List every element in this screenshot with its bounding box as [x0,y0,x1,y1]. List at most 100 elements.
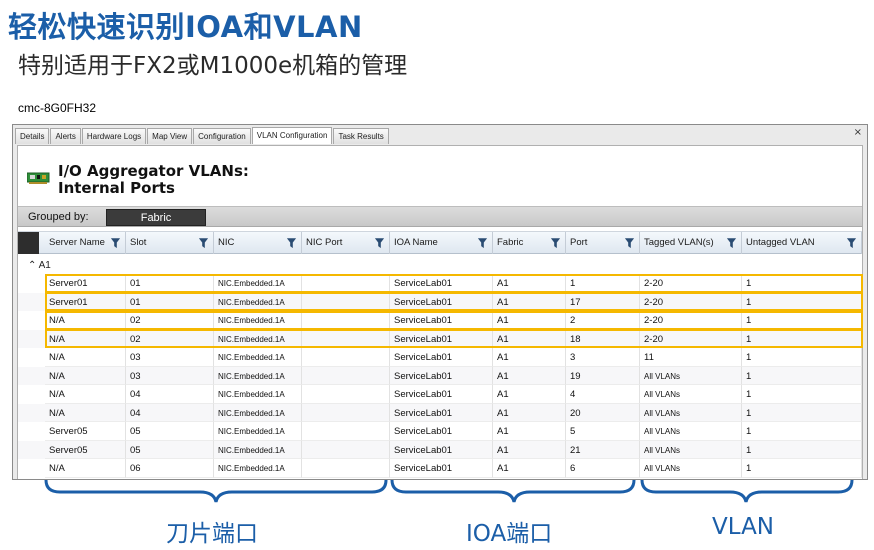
column-header-port[interactable]: Port [566,232,640,254]
column-header-tagged-vlans[interactable]: Tagged VLAN(s) [640,232,742,254]
table-row[interactable]: Server01 01 NIC.Embedded.1A ServiceLab01 A1 1… [18,292,862,311]
group-row-a1[interactable]: ⌃ A1 [28,260,51,271]
blade-ports-label: 刀片端口 [166,521,258,547]
cell-nic-port [302,422,390,441]
app-window: Details Alerts Hardware Logs Map View Config… [12,124,868,480]
table-row[interactable]: N/A 03 NIC.Embedded.1A ServiceLab01 A1 19 All … [18,366,862,385]
cell-server-name: N/A [45,329,126,348]
slide-title: 轻松快速识别IOA和VLAN [8,10,363,44]
cell-nic-port [302,403,390,422]
column-header-ioa-name[interactable]: IOA Name [390,232,493,254]
cell-tagged-vlans: 2-20 [640,329,742,348]
cell-server-name: N/A [45,459,126,478]
tab-map-view[interactable]: Map View [147,128,193,144]
column-header-fabric[interactable]: Fabric [493,232,566,254]
table-row[interactable]: Server05 05 NIC.Embedded.1A ServiceLab01 A1 2… [18,440,862,459]
tab-alerts[interactable]: Alerts [50,128,81,144]
cell-tagged-vlans: All VLANs [640,422,742,441]
collapse-chevron-icon[interactable]: ⌃ [28,260,36,271]
cell-untagged-vlan: 1 [742,292,862,311]
cell-port: 17 [566,292,640,311]
cell-fabric: A1 [493,348,566,367]
cell-untagged-vlan: 1 [742,274,862,293]
column-header-nic-port[interactable]: NIC Port [302,232,390,254]
group-row-label: A1 [38,260,51,271]
row-indicator-header [18,232,39,254]
cell-server-name: Server05 [45,422,126,441]
cell-ioa-name: ServiceLab01 [390,385,493,404]
tab-task-results[interactable]: Task Results [333,128,389,144]
column-header-label: NIC Port [306,237,343,248]
close-icon[interactable]: × [854,127,862,138]
tab-hardware-logs[interactable]: Hardware Logs [81,128,147,144]
column-header-nic[interactable]: NIC [214,232,302,254]
table-row[interactable]: N/A 04 NIC.Embedded.1A ServiceLab01 A1 20 All … [18,403,862,422]
cell-tagged-vlans: 11 [640,348,742,367]
column-header-slot[interactable]: Slot [126,232,214,254]
filter-icon[interactable] [287,238,296,248]
panel-title-line1: I/O Aggregator VLANs: [58,162,249,180]
table-row[interactable]: N/A 02 NIC.Embedded.1A ServiceLab01 A1 18 2-20… [18,329,862,348]
cell-ioa-name: ServiceLab01 [390,348,493,367]
tab-configuration[interactable]: Configuration [193,128,251,144]
cell-fabric: A1 [493,274,566,293]
filter-icon[interactable] [111,238,120,248]
table-row[interactable]: N/A 02 NIC.Embedded.1A ServiceLab01 A1 2 2-20 1 [18,311,862,330]
group-by-bar: Grouped by: Fabric [18,206,862,227]
panel-title: I/O Aggregator VLANs: Internal Ports [58,163,249,197]
cell-nic-port [302,440,390,459]
cell-nic-port [302,366,390,385]
table-row[interactable]: N/A 04 NIC.Embedded.1A ServiceLab01 A1 4 All V… [18,385,862,404]
cell-port: 6 [566,459,640,478]
cell-untagged-vlan: 1 [742,385,862,404]
filter-icon[interactable] [625,238,634,248]
cell-slot: 03 [126,366,214,385]
cell-nic-port [302,311,390,330]
cell-tagged-vlans: All VLANs [640,385,742,404]
cell-untagged-vlan: 1 [742,440,862,459]
cell-fabric: A1 [493,403,566,422]
table-row[interactable]: N/A 06 NIC.Embedded.1A ServiceLab01 A1 6 All V… [18,459,862,478]
cell-slot: 02 [126,329,214,348]
column-header-label: Fabric [497,237,524,248]
cell-tagged-vlans: 2-20 [640,274,742,293]
filter-icon[interactable] [375,238,384,248]
cell-port: 21 [566,440,640,459]
cell-fabric: A1 [493,459,566,478]
cell-port: 4 [566,385,640,404]
table-row[interactable]: Server05 05 NIC.Embedded.1A ServiceLab01 A1 5… [18,422,862,441]
host-name: cmc-8G0FH32 [18,101,97,115]
cell-nic-port [302,292,390,311]
cell-port: 5 [566,422,640,441]
cell-fabric: A1 [493,329,566,348]
filter-icon[interactable] [727,238,736,248]
table-row[interactable]: Server01 01 NIC.Embedded.1A ServiceLab01 A1 1… [18,274,862,293]
cell-ioa-name: ServiceLab01 [390,311,493,330]
cell-nic: NIC.Embedded.1A [214,274,302,293]
cell-untagged-vlan: 1 [742,348,862,367]
cell-ioa-name: ServiceLab01 [390,292,493,311]
cell-tagged-vlans: All VLANs [640,440,742,459]
filter-icon[interactable] [199,238,208,248]
cell-port: 20 [566,403,640,422]
filter-icon[interactable] [478,238,487,248]
cell-ioa-name: ServiceLab01 [390,459,493,478]
tab-details[interactable]: Details [15,128,50,144]
table-row[interactable]: N/A 03 NIC.Embedded.1A ServiceLab01 A1 3 11 1 [18,348,862,367]
cell-tagged-vlans: 2-20 [640,311,742,330]
group-by-chip-fabric[interactable]: Fabric [106,209,206,226]
cell-ioa-name: ServiceLab01 [390,403,493,422]
column-header-label: Server Name [49,237,105,248]
cell-ioa-name: ServiceLab01 [390,366,493,385]
column-header-label: Slot [130,237,147,248]
column-header-label: IOA Name [394,237,438,248]
panel-title-line2: Internal Ports [58,179,175,197]
cell-untagged-vlan: 1 [742,459,862,478]
column-header-server-name[interactable]: Server Name [45,232,126,254]
cell-nic: NIC.Embedded.1A [214,348,302,367]
cell-server-name: Server01 [45,292,126,311]
filter-icon[interactable] [847,238,856,248]
filter-icon[interactable] [551,238,560,248]
tab-vlan-configuration[interactable]: VLAN Configuration [251,127,333,144]
column-header-untagged-vlan[interactable]: Untagged VLAN [742,232,862,254]
